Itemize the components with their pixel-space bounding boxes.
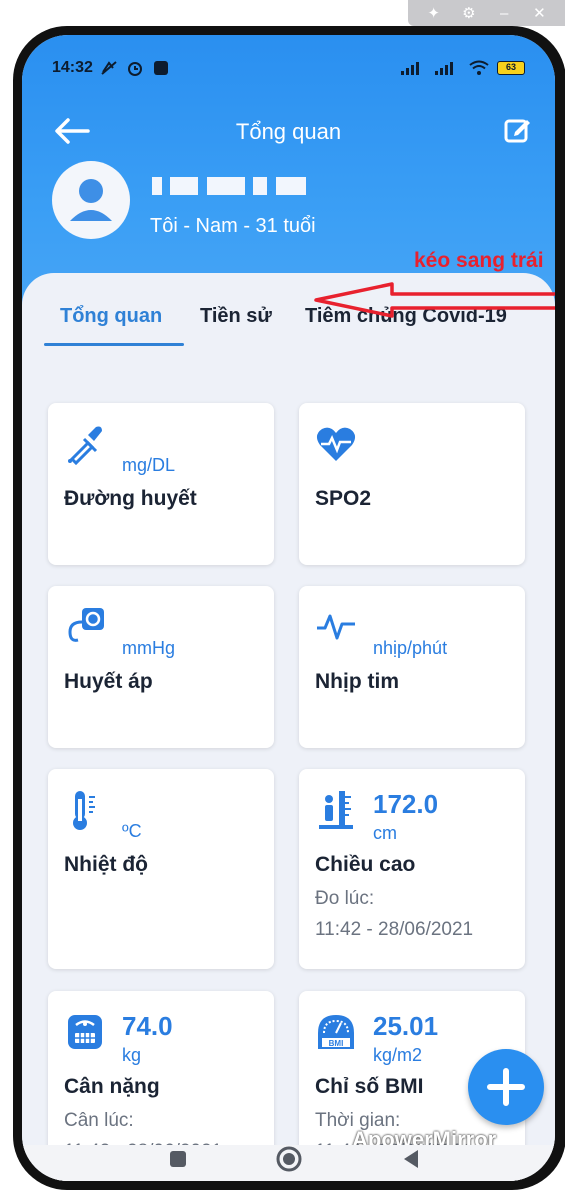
minimize-icon[interactable]: – [492,5,516,22]
alarm-icon [128,62,143,76]
height-label: Chiều cao [315,853,416,876]
mute-icon [101,61,117,75]
glucose-card[interactable]: mg/DL Đường huyết [48,403,274,565]
status-left-icons [100,59,169,79]
height-meta-time: 11:42 - 28/06/2021 [315,919,474,940]
glucose-label: Đường huyết [64,487,197,510]
pulse-icon [317,614,355,640]
height-card[interactable]: 172.0 cm Chiều cao Đo lúc: 11:42 - 28/06… [299,769,525,969]
edit-icon[interactable] [503,115,533,145]
height-value: 172.0 [373,789,439,819]
user-avatar-icon [70,179,112,221]
weight-value: 74.0 [122,1011,173,1041]
blood-pressure-icon [68,608,104,642]
weight-label: Cân nặng [64,1075,160,1098]
wifi-icon [469,60,489,75]
bmi-label: Chỉ số BMI [315,1075,424,1098]
annotation-text: kéo sang trái [414,249,544,272]
notification-icon [153,61,168,75]
thermometer-icon [73,791,95,830]
dropper-icon [68,426,102,465]
bmi-unit: kg/m2 [373,1045,423,1065]
bmi-gauge-icon: BMI [318,1015,354,1049]
active-tab-indicator [44,343,184,346]
settings-icon[interactable]: ⚙ [457,4,481,22]
avatar[interactable] [52,161,130,239]
pin-icon[interactable]: ✦ [422,4,446,22]
heart-rate-unit: nhịp/phút [373,638,448,658]
phone-frame: 14:32 63 Tổng quan Tôi - Nam - 31 tuổi T… [13,26,565,1190]
height-meter-icon [319,791,353,829]
mirror-window-controls: ✦ ⚙ – ✕ [408,0,565,26]
heart-rate-card[interactable]: nhịp/phút Nhịp tim [299,586,525,748]
swipe-left-arrow-icon [314,282,555,318]
plus-icon [487,1068,525,1106]
weight-unit: kg [122,1045,142,1065]
phone-screen: 14:32 63 Tổng quan Tôi - Nam - 31 tuổi T… [22,35,555,1181]
blood-pressure-card[interactable]: mmHg Huyết áp [48,586,274,748]
close-icon[interactable]: ✕ [527,4,551,22]
status-time: 14:32 [52,59,93,76]
heart-rate-label: Nhịp tim [315,670,399,693]
temperature-unit: ºC [122,821,142,841]
blood-pressure-label: Huyết áp [64,670,153,693]
system-navbar [22,1145,555,1181]
weight-meta-label: Cân lúc: [64,1110,134,1131]
profile-subtitle: Tôi - Nam - 31 tuổi [150,215,316,237]
signal-icon-2 [435,62,453,75]
height-meta-label: Đo lúc: [315,888,375,909]
scale-icon [68,1015,102,1049]
glucose-unit: mg/DL [122,455,176,475]
page-title: Tổng quan [235,119,342,144]
spo2-card[interactable]: SPO2 [299,403,525,565]
profile-section[interactable]: Tôi - Nam - 31 tuổi [52,161,532,251]
home-icon[interactable] [273,1143,305,1175]
bmi-value: 25.01 [373,1011,439,1041]
temperature-label: Nhiệt độ [64,853,148,876]
tab-overview[interactable]: Tổng quan [60,305,162,328]
add-button[interactable] [468,1049,544,1125]
content-panel: Tổng quan Tiền sử Tiêm chủng Covid-19 mg… [22,273,555,1181]
top-bar: Tổng quan [22,111,555,155]
status-bar: 14:32 63 [22,57,555,83]
bmi-badge-text: BMI [329,1039,344,1048]
tab-history[interactable]: Tiền sử [200,305,272,328]
battery-icon: 63 [497,61,525,75]
height-unit: cm [373,823,397,843]
temperature-card[interactable]: ºC Nhiệt độ [48,769,274,969]
signal-icon [401,62,419,75]
status-right-icons: 63 [401,60,525,76]
heart-pulse-icon [316,427,356,461]
profile-name-blurred [152,177,322,201]
blood-pressure-unit: mmHg [122,638,175,658]
back-icon[interactable] [396,1143,428,1175]
recents-icon[interactable] [162,1143,194,1175]
spo2-label: SPO2 [315,487,372,510]
